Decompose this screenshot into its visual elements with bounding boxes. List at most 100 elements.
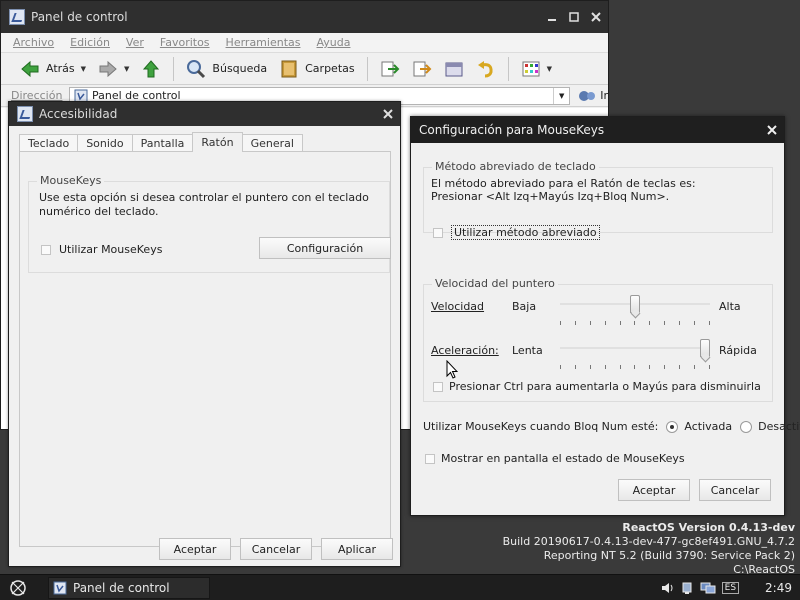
mousekeys-settings-button[interactable]: Configuración	[259, 237, 391, 259]
mousekeys-config-close-button[interactable]	[762, 120, 782, 140]
taskbar-item-control-panel[interactable]: Panel de control	[48, 576, 210, 599]
menu-ayuda[interactable]: Ayuda	[316, 36, 350, 49]
accessibility-dialog: Accesibilidad Teclado Sonido Pantalla Ra…	[8, 101, 401, 567]
menu-herramientas[interactable]: Herramientas	[226, 36, 301, 49]
accessibility-apply-button[interactable]: Aplicar	[321, 538, 393, 560]
mousekeys-group: MouseKeys Use esta opción si desea contr…	[28, 174, 391, 273]
ctrl-shift-checkbox[interactable]	[433, 381, 443, 392]
mousekeys-description: Use esta opción si desea controlar el pu…	[39, 191, 369, 218]
os-reporting: Reporting NT 5.2 (Build 3790: Service Pa…	[543, 549, 795, 562]
start-icon	[10, 579, 26, 596]
menu-bar: Archivo Edición Ver Favoritos Herramient…	[1, 33, 608, 53]
tab-sonido[interactable]: Sonido	[77, 134, 133, 152]
taskbar-clock[interactable]: 2:49	[765, 581, 792, 595]
forward-button[interactable]: ▼	[95, 56, 132, 82]
toolbar: Atrás ▼ ▼ Búsqueda Carpetas ▼	[1, 53, 608, 85]
numlock-off-radio[interactable]	[740, 420, 753, 433]
accessibility-ok-button[interactable]: Aceptar	[159, 538, 231, 560]
accessibility-icon	[17, 106, 33, 122]
mousekeys-cancel-button[interactable]: Cancelar	[699, 479, 771, 501]
folders-button[interactable]: Carpetas	[276, 56, 357, 82]
accessibility-titlebar[interactable]: Accesibilidad	[9, 102, 400, 126]
search-button[interactable]: Búsqueda	[183, 56, 270, 82]
speed-high-label: Alta	[719, 300, 741, 313]
tab-raton[interactable]: Ratón	[192, 132, 243, 152]
mouse-tab-panel: MouseKeys Use esta opción si desea contr…	[19, 151, 391, 547]
menu-ver[interactable]: Ver	[126, 36, 144, 49]
back-dropdown-icon[interactable]: ▼	[81, 65, 86, 73]
acceleration-label: Aceleración:	[431, 344, 499, 357]
use-mousekeys-checkbox[interactable]	[41, 244, 51, 255]
tab-teclado[interactable]: Teclado	[19, 134, 79, 152]
os-version-info: ReactOS Version 0.4.13-dev Build 2019061…	[503, 521, 795, 577]
undo-icon	[477, 60, 493, 77]
copy-to-button[interactable]	[409, 56, 435, 82]
delete-button[interactable]	[441, 56, 467, 82]
mousekeys-config-dialog: Configuración para MouseKeys Método abre…	[410, 116, 800, 516]
taskbar-item-label: Panel de control	[73, 580, 170, 595]
ctrl-shift-checkbox-row[interactable]: Presionar Ctrl para aumentarla o Mayús p…	[433, 380, 761, 393]
minimize-button[interactable]	[542, 7, 562, 27]
forward-arrow-icon	[99, 60, 117, 77]
back-label: Atrás	[46, 62, 75, 75]
delete-icon	[445, 62, 463, 76]
tab-general[interactable]: General	[241, 134, 303, 152]
network-icon[interactable]	[700, 581, 716, 595]
move-to-icon	[381, 61, 400, 76]
acceleration-slider[interactable]	[560, 339, 710, 373]
show-status-label: Mostrar en pantalla el estado de MouseKe…	[441, 452, 685, 465]
accessibility-title: Accesibilidad	[39, 107, 118, 121]
back-button[interactable]: Atrás ▼	[17, 56, 89, 82]
os-version: ReactOS Version 0.4.13-dev	[622, 521, 795, 534]
control-panel-icon	[9, 9, 25, 25]
numlock-row: Utilizar MouseKeys cuando Bloq Num esté:…	[423, 420, 800, 433]
control-panel-titlebar[interactable]: Panel de control	[1, 1, 608, 33]
undo-button[interactable]	[473, 56, 499, 82]
views-button[interactable]: ▼	[518, 56, 555, 82]
os-build: Build 20190617-0.4.13-dev-477-gc8ef491.G…	[502, 535, 795, 548]
search-label: Búsqueda	[212, 62, 268, 75]
move-to-button[interactable]	[377, 56, 403, 82]
close-button[interactable]	[586, 7, 606, 27]
mousekeys-group-label: MouseKeys	[37, 174, 105, 187]
use-shortcut-checkbox-row[interactable]: Utilizar método abreviado	[433, 225, 600, 240]
shortcut-text-1: El método abreviado para el Ratón de tec…	[431, 177, 696, 190]
use-mousekeys-checkbox-row[interactable]: Utilizar MouseKeys	[41, 243, 162, 256]
menu-favoritos[interactable]: Favoritos	[160, 36, 210, 49]
folders-label: Carpetas	[305, 62, 355, 75]
acceleration-slider-thumb[interactable]	[700, 339, 710, 357]
volume-icon[interactable]	[660, 581, 674, 595]
menu-edicion[interactable]: Edición	[70, 36, 110, 49]
numlock-on-radio[interactable]	[666, 420, 679, 433]
menu-archivo[interactable]: Archivo	[13, 36, 54, 49]
accessibility-close-button[interactable]	[378, 104, 398, 124]
minimize-icon	[548, 19, 556, 21]
views-icon	[522, 61, 540, 76]
mousekeys-config-title: Configuración para MouseKeys	[419, 123, 605, 137]
use-shortcut-label: Utilizar método abreviado	[451, 225, 600, 240]
views-dropdown-icon[interactable]: ▼	[547, 65, 552, 73]
system-tray: ES 2:49	[660, 575, 800, 600]
mousekeys-config-titlebar[interactable]: Configuración para MouseKeys	[411, 117, 784, 143]
show-status-checkbox[interactable]	[425, 453, 435, 464]
forward-dropdown-icon[interactable]: ▼	[124, 65, 129, 73]
start-button[interactable]	[0, 576, 36, 600]
shortcut-group-label: Método abreviado de teclado	[432, 160, 599, 173]
mousekeys-ok-button[interactable]: Aceptar	[618, 479, 690, 501]
speed-slider[interactable]	[560, 295, 710, 329]
mouse-cursor-icon	[446, 360, 458, 379]
maximize-button[interactable]	[564, 7, 584, 27]
safely-remove-hardware-icon[interactable]	[680, 581, 694, 595]
speed-slider-thumb[interactable]	[630, 295, 640, 313]
copy-to-icon	[413, 61, 432, 76]
numlock-on-label: Activada	[684, 420, 733, 433]
accessibility-cancel-button[interactable]: Cancelar	[240, 538, 312, 560]
tab-pantalla[interactable]: Pantalla	[131, 134, 194, 152]
language-indicator[interactable]: ES	[721, 582, 740, 594]
up-button[interactable]	[138, 56, 164, 82]
taskbar: Panel de control ES 2:49	[0, 574, 800, 600]
go-button[interactable]: Ir	[578, 88, 608, 104]
show-status-checkbox-row[interactable]: Mostrar en pantalla el estado de MouseKe…	[425, 452, 685, 465]
address-dropdown-icon[interactable]: ▼	[553, 87, 569, 104]
use-shortcut-checkbox[interactable]	[433, 227, 443, 238]
